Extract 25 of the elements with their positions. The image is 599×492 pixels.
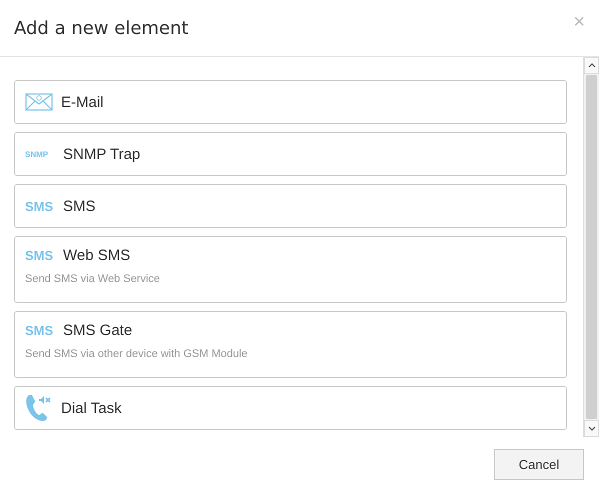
sms-icon: SMS xyxy=(25,248,55,263)
element-option[interactable]: SMS SMS Gate Send SMS via other device with GSM Module xyxy=(14,311,567,378)
element-option[interactable]: SNMP SNMP Trap xyxy=(14,132,567,176)
option-label: E-Mail xyxy=(61,94,104,110)
element-option[interactable]: E-Mail xyxy=(14,80,567,124)
scroll-down-icon[interactable] xyxy=(588,426,596,431)
scrollbar[interactable] xyxy=(583,57,599,437)
option-description: Send SMS via other device with GSM Module xyxy=(25,348,249,360)
option-label: Dial Task xyxy=(61,400,122,416)
option-label: SMS Gate xyxy=(63,322,132,339)
option-label: SNMP Trap xyxy=(63,146,140,162)
option-label: SMS xyxy=(63,198,96,214)
element-option[interactable]: Dial Task xyxy=(14,386,567,430)
sms-icon: SNMP xyxy=(25,150,55,158)
element-option[interactable]: SMS SMS xyxy=(14,184,567,228)
option-description: Send SMS via Web Service xyxy=(25,273,161,285)
option-label: Web SMS xyxy=(63,247,130,264)
cancel-button[interactable]: Cancel xyxy=(494,449,584,480)
phone-icon xyxy=(25,393,53,423)
scroll-up-icon[interactable] xyxy=(588,63,596,68)
envelope-icon xyxy=(25,93,53,111)
sms-icon: SMS xyxy=(25,323,55,338)
sms-icon: SMS xyxy=(25,198,55,214)
dialog-title: Add a new element xyxy=(14,18,188,38)
element-option[interactable]: SMS Web SMS Send SMS via Web Service xyxy=(14,236,567,303)
